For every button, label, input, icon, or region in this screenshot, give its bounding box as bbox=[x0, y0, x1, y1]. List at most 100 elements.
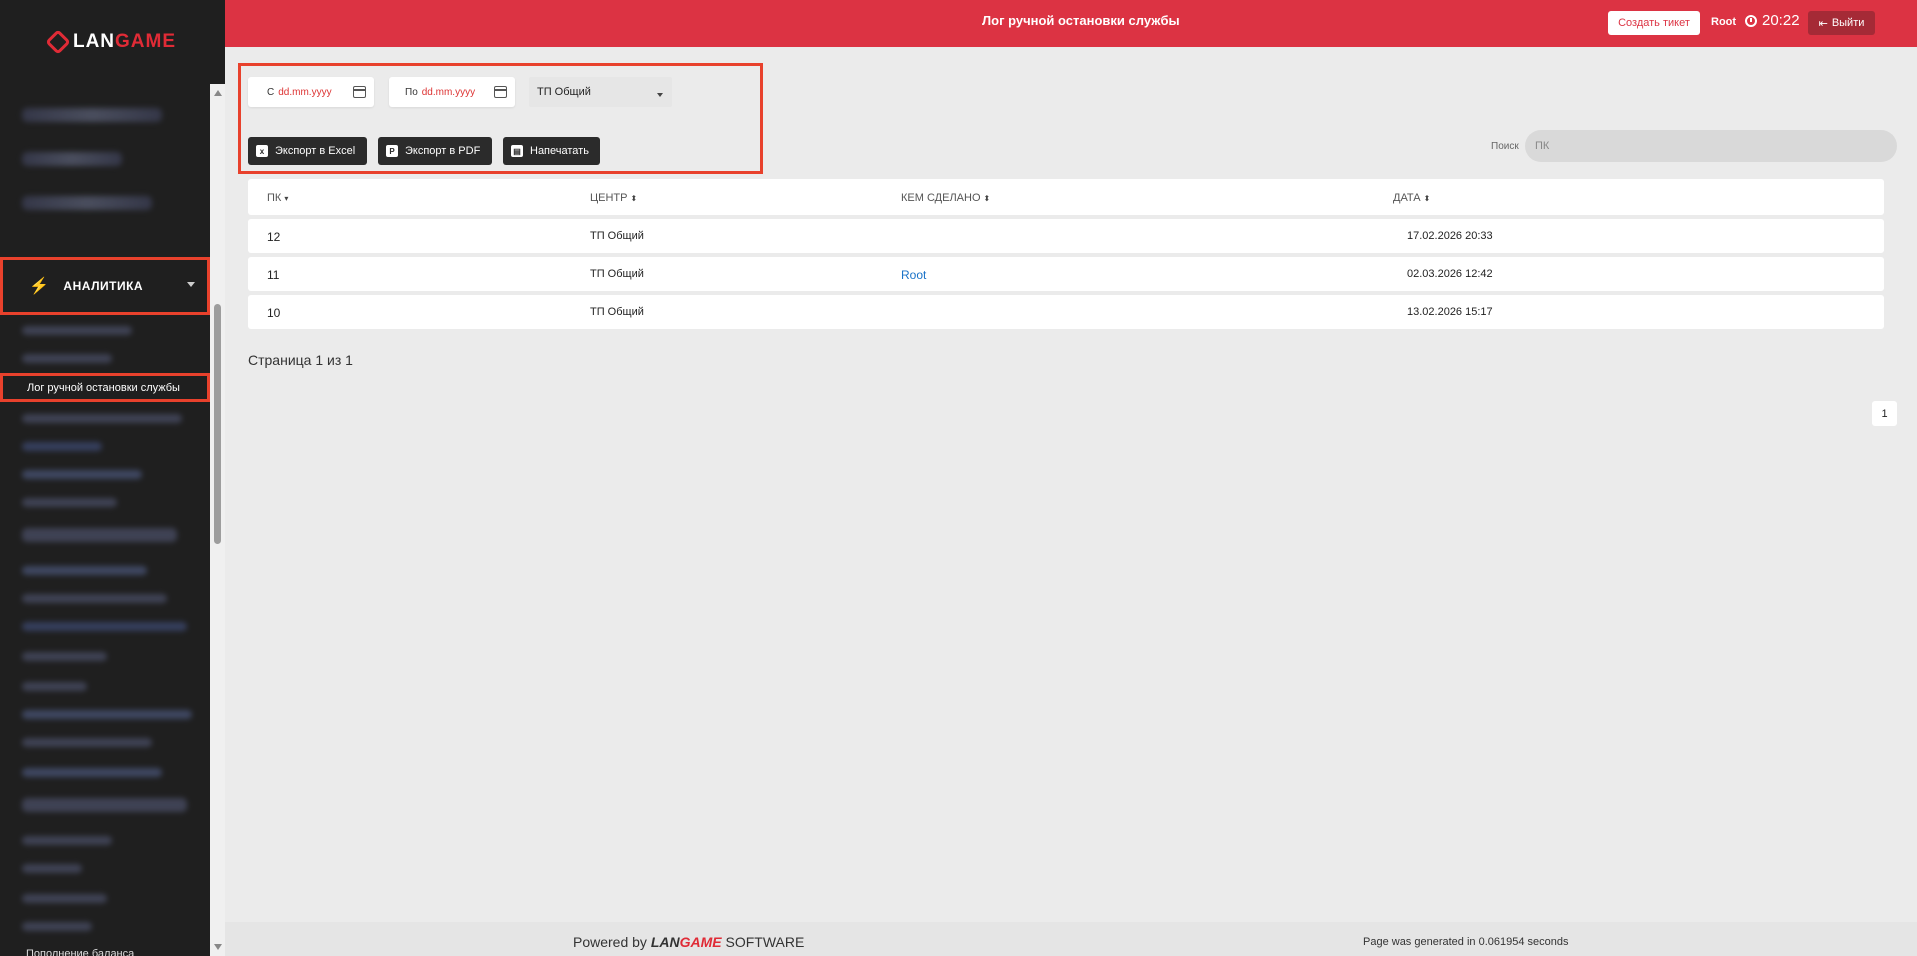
date-to-field[interactable]: По dd.mm.yyyy bbox=[389, 77, 515, 107]
date-from-placeholder: dd.mm.yyyy bbox=[278, 86, 332, 98]
column-header-center[interactable]: ЦЕНТР ⬍ bbox=[590, 192, 637, 204]
sidebar-subitem-redacted[interactable] bbox=[22, 710, 192, 719]
sidebar-subitem-redacted[interactable] bbox=[22, 922, 92, 931]
sidebar-item-service-stop-log[interactable]: Лог ручной остановки службы bbox=[0, 373, 210, 402]
sidebar-item-label: Лог ручной остановки службы bbox=[27, 381, 180, 394]
logo-text-prefix: LAN bbox=[72, 31, 116, 52]
page-button[interactable]: 1 bbox=[1872, 401, 1897, 426]
chevron-down-icon bbox=[187, 282, 195, 287]
sidebar-section-label: АНАЛИТИКА bbox=[63, 279, 144, 293]
sort-icon: ⬍ bbox=[630, 193, 638, 203]
table-header: ПК ▾ ЦЕНТР ⬍ КЕМ СДЕЛАНО ⬍ ДАТА ⬍ bbox=[248, 179, 1884, 215]
print-label: Напечатать bbox=[530, 145, 589, 157]
sidebar-subitem-redacted[interactable] bbox=[22, 414, 182, 423]
powered-by: Powered by LANGAME SOFTWARE bbox=[573, 934, 804, 950]
pagination-info: Страница 1 из 1 bbox=[248, 352, 353, 368]
current-user[interactable]: Root bbox=[1711, 16, 1736, 28]
column-header-label: ПК bbox=[267, 192, 282, 204]
sidebar-scrollbar[interactable] bbox=[210, 84, 225, 956]
table-row[interactable]: 11 ТП Общий Root 02.03.2026 12:42 bbox=[248, 257, 1884, 291]
chevron-down-icon bbox=[657, 93, 663, 97]
sidebar-item-redacted[interactable] bbox=[22, 152, 122, 166]
sidebar-subitem-redacted[interactable] bbox=[22, 594, 167, 603]
column-header-label: ЦЕНТР bbox=[590, 192, 628, 204]
calendar-icon[interactable] bbox=[353, 86, 366, 98]
powered-suffix: SOFTWARE bbox=[725, 934, 805, 950]
center-select-value: ТП Общий bbox=[537, 86, 591, 98]
cell-pk: 10 bbox=[267, 306, 281, 320]
footer: Powered by LANGAME SOFTWARE Page was gen… bbox=[225, 922, 1917, 956]
sidebar-subitem-redacted[interactable] bbox=[22, 682, 87, 691]
logout-label: Выйти bbox=[1831, 17, 1865, 29]
sidebar-section-analytics[interactable]: ⚡ АНАЛИТИКА bbox=[0, 257, 210, 315]
sidebar-subitem-redacted[interactable] bbox=[22, 566, 147, 575]
top-header: Лог ручной остановки службы Создать тике… bbox=[225, 0, 1917, 47]
sidebar-subitem-redacted[interactable] bbox=[22, 528, 177, 542]
print-button[interactable]: ▤ Напечатать bbox=[503, 137, 600, 165]
column-header-date[interactable]: ДАТА ⬍ bbox=[1393, 192, 1430, 204]
export-pdf-button[interactable]: P Экспорт в PDF bbox=[378, 137, 492, 165]
sidebar-subitem-redacted[interactable] bbox=[22, 652, 107, 661]
footer-brand[interactable]: LANGAME bbox=[651, 934, 722, 950]
column-header-label: КЕМ СДЕЛАНО bbox=[901, 192, 981, 204]
search-label: Поиск bbox=[1491, 141, 1519, 152]
center-select[interactable]: ТП Общий bbox=[529, 77, 672, 107]
sidebar-subitem-redacted[interactable] bbox=[22, 442, 102, 451]
create-ticket-button[interactable]: Создать тикет bbox=[1608, 11, 1700, 35]
printer-icon: ▤ bbox=[511, 145, 523, 157]
date-from-prefix: С bbox=[267, 86, 275, 98]
date-to-prefix: По bbox=[405, 86, 418, 98]
sidebar-subitem-redacted[interactable] bbox=[22, 498, 117, 507]
sidebar-subitem-redacted[interactable] bbox=[22, 738, 152, 747]
sort-icon: ⬍ bbox=[983, 193, 991, 203]
logo-icon bbox=[45, 29, 71, 55]
sidebar: LANGAME ⚡ АНАЛИТИКА Лог ручной остановки… bbox=[0, 0, 225, 956]
bolt-icon: ⚡ bbox=[29, 278, 50, 295]
cell-date: 13.02.2026 15:17 bbox=[1407, 306, 1493, 318]
export-excel-button[interactable]: x Экспорт в Excel bbox=[248, 137, 367, 165]
powered-prefix: Powered by bbox=[573, 934, 647, 950]
page-title: Лог ручной остановки службы bbox=[982, 13, 1180, 28]
sidebar-subitem-redacted[interactable] bbox=[22, 864, 82, 873]
generation-time: Page was generated in 0.061954 seconds bbox=[1363, 936, 1569, 948]
clock-icon bbox=[1745, 14, 1757, 27]
scrollbar-thumb[interactable] bbox=[214, 304, 221, 544]
search-input[interactable] bbox=[1525, 130, 1897, 162]
pdf-icon: P bbox=[386, 145, 398, 157]
date-from-field[interactable]: С dd.mm.yyyy bbox=[248, 77, 374, 107]
cell-center: ТП Общий bbox=[590, 306, 644, 318]
footer-brand-accent: GAME bbox=[679, 934, 722, 950]
sidebar-item-redacted[interactable] bbox=[22, 196, 152, 210]
sidebar-subitem-redacted[interactable] bbox=[22, 622, 187, 631]
column-header-by[interactable]: КЕМ СДЕЛАНО ⬍ bbox=[901, 192, 990, 204]
footer-brand-prefix: LAN bbox=[650, 934, 680, 950]
scroll-up-icon[interactable] bbox=[214, 90, 222, 96]
table-row[interactable]: 10 ТП Общий 13.02.2026 15:17 bbox=[248, 295, 1884, 329]
excel-icon: x bbox=[256, 145, 268, 157]
clock-time: 20:22 bbox=[1762, 12, 1800, 29]
sidebar-subitem-redacted[interactable] bbox=[22, 326, 132, 335]
sort-icon: ⬍ bbox=[1423, 193, 1431, 203]
sidebar-subitem-redacted[interactable] bbox=[22, 470, 142, 479]
cell-center: ТП Общий bbox=[590, 268, 644, 280]
clock: 20:22 bbox=[1745, 12, 1800, 29]
sidebar-menu bbox=[0, 84, 210, 956]
logo[interactable]: LANGAME bbox=[0, 0, 225, 84]
sidebar-item-redacted[interactable] bbox=[22, 108, 162, 122]
logout-button[interactable]: ⇤ Выйти bbox=[1808, 11, 1875, 35]
table-row[interactable]: 12 ТП Общий 17.02.2026 20:33 bbox=[248, 219, 1884, 253]
column-header-pk[interactable]: ПК ▾ bbox=[267, 192, 288, 204]
sidebar-subitem-redacted[interactable] bbox=[22, 798, 187, 812]
cell-center: ТП Общий bbox=[590, 230, 644, 242]
sidebar-item-balance[interactable]: Пополнение баланса bbox=[26, 948, 134, 956]
cell-date: 17.02.2026 20:33 bbox=[1407, 230, 1493, 242]
sidebar-subitem-redacted[interactable] bbox=[22, 836, 112, 845]
sort-desc-icon: ▾ bbox=[284, 193, 289, 203]
scroll-down-icon[interactable] bbox=[214, 944, 222, 950]
sidebar-subitem-redacted[interactable] bbox=[22, 894, 107, 903]
calendar-icon[interactable] bbox=[494, 86, 507, 98]
cell-by-link[interactable]: Root bbox=[901, 268, 926, 282]
sidebar-subitem-redacted[interactable] bbox=[22, 354, 112, 363]
sidebar-subitem-redacted[interactable] bbox=[22, 768, 162, 777]
cell-date: 02.03.2026 12:42 bbox=[1407, 268, 1493, 280]
